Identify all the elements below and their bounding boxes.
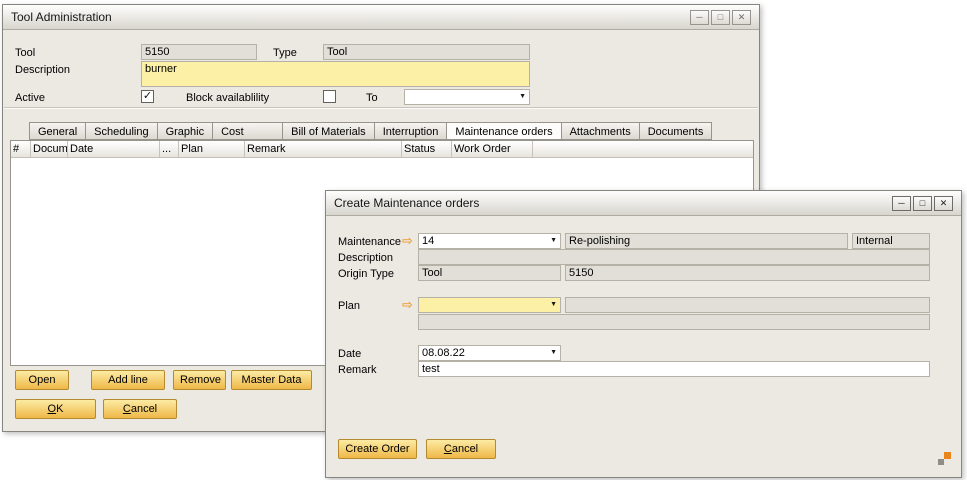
maintenance-label: Maintenance — [338, 236, 401, 248]
description-field[interactable]: burner — [141, 61, 530, 87]
tool-label: Tool — [15, 47, 35, 59]
date-label: Date — [338, 348, 361, 360]
type-field: Tool — [323, 44, 530, 60]
col-header-status[interactable]: Status — [402, 141, 452, 157]
create-maintenance-orders-dialog: Create Maintenance orders ─ □ ✕ Maintena… — [325, 190, 962, 478]
maintenance-type-field: Internal — [852, 233, 930, 249]
type-label: Type — [273, 47, 297, 59]
plan-extra-field — [418, 314, 930, 330]
origin-type-field: Tool — [418, 265, 561, 281]
dialog-close-icon[interactable]: ✕ — [934, 196, 953, 211]
plan-link-arrow-icon[interactable]: ⇨ — [402, 298, 413, 312]
col-header-link[interactable]: ... — [160, 141, 179, 157]
col-header-remark[interactable]: Remark — [245, 141, 402, 157]
main-window-title: Tool Administration — [11, 10, 112, 24]
tab-general[interactable]: General — [29, 122, 85, 140]
open-button[interactable]: Open — [15, 370, 69, 390]
plan-name-field — [565, 297, 930, 313]
plan-combo[interactable]: ▼ — [418, 297, 561, 313]
form-separator — [4, 107, 758, 109]
col-header-date[interactable]: Date — [68, 141, 160, 157]
col-header-plan[interactable]: Plan — [179, 141, 245, 157]
dropdown-arrow-icon[interactable]: ▼ — [548, 346, 557, 360]
dialog-titlebar[interactable]: Create Maintenance orders ─ □ ✕ — [326, 191, 961, 216]
block-availability-checkbox[interactable] — [323, 90, 336, 103]
dropdown-arrow-icon[interactable]: ▼ — [517, 90, 526, 104]
maintenance-link-arrow-icon[interactable]: ⇨ — [402, 234, 413, 248]
dialog-window-controls: ─ □ ✕ — [892, 196, 953, 211]
dialog-description-field — [418, 249, 930, 265]
description-label: Description — [15, 64, 70, 76]
tab-maintenance-orders[interactable]: Maintenance orders — [446, 122, 560, 140]
tabstrip: General Scheduling Graphic Cost Bill of … — [29, 122, 712, 140]
cancel-button[interactable]: Cancel — [103, 399, 177, 419]
origin-ref-field: 5150 — [565, 265, 930, 281]
desktop: Tool Administration ─ □ ✕ Tool 5150 Type… — [0, 0, 967, 480]
close-icon[interactable]: ✕ — [732, 10, 751, 25]
dialog-title: Create Maintenance orders — [334, 196, 479, 210]
dropdown-arrow-icon[interactable]: ▼ — [548, 298, 557, 312]
to-label: To — [366, 92, 378, 104]
remark-label: Remark — [338, 364, 377, 376]
origin-type-label: Origin Type — [338, 268, 394, 280]
dialog-minimize-icon[interactable]: ─ — [892, 196, 911, 211]
block-availability-label: Block availablility — [186, 92, 269, 104]
maintenance-combo[interactable]: 14 ▼ — [418, 233, 561, 249]
active-checkbox[interactable]: ✓ — [141, 90, 154, 103]
tab-interruption[interactable]: Interruption — [374, 122, 447, 140]
col-header-filler — [533, 141, 753, 157]
dialog-maximize-icon[interactable]: □ — [913, 196, 932, 211]
tab-cost[interactable]: Cost — [212, 122, 282, 140]
date-combo-value: 08.08.22 — [422, 346, 465, 360]
resize-grip-icon[interactable] — [938, 452, 951, 465]
main-window-controls: ─ □ ✕ — [690, 10, 751, 25]
add-line-button[interactable]: Add line — [91, 370, 165, 390]
dropdown-arrow-icon[interactable]: ▼ — [548, 234, 557, 248]
dialog-cancel-button[interactable]: Cancel — [426, 439, 496, 459]
remark-input[interactable] — [418, 361, 930, 377]
main-titlebar[interactable]: Tool Administration ─ □ ✕ — [3, 5, 759, 30]
maximize-icon[interactable]: □ — [711, 10, 730, 25]
date-combo[interactable]: 08.08.22 ▼ — [418, 345, 561, 361]
plan-label: Plan — [338, 300, 360, 312]
col-header-work-order[interactable]: Work Order — [452, 141, 533, 157]
col-header-document[interactable]: Document — [31, 141, 68, 157]
maintenance-combo-value: 14 — [422, 234, 434, 248]
minimize-icon[interactable]: ─ — [690, 10, 709, 25]
tab-bill-of-materials[interactable]: Bill of Materials — [282, 122, 374, 140]
table-header-row: # Document Date ... Plan Remark Status W… — [11, 141, 753, 158]
tab-documents[interactable]: Documents — [639, 122, 713, 140]
master-data-button[interactable]: Master Data — [231, 370, 312, 390]
dialog-description-label: Description — [338, 252, 393, 264]
remove-button[interactable]: Remove — [173, 370, 226, 390]
col-header-number[interactable]: # — [11, 141, 31, 157]
tab-attachments[interactable]: Attachments — [561, 122, 639, 140]
active-label: Active — [15, 92, 45, 104]
tool-field: 5150 — [141, 44, 257, 60]
tab-scheduling[interactable]: Scheduling — [85, 122, 156, 140]
to-combo[interactable]: ▼ — [404, 89, 530, 105]
create-order-button[interactable]: Create Order — [338, 439, 417, 459]
tab-graphic[interactable]: Graphic — [157, 122, 213, 140]
maintenance-name-field: Re-polishing — [565, 233, 848, 249]
ok-button[interactable]: OK — [15, 399, 96, 419]
